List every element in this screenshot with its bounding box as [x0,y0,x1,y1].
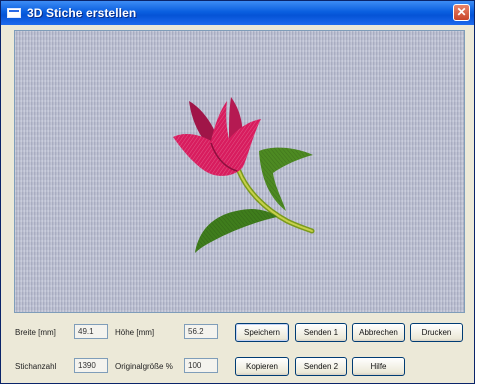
hoehe-field[interactable]: 56.2 [184,324,218,339]
senden-1-button[interactable]: Senden 1 [295,323,347,342]
dialog-window: 3D Stiche erstellen ✕ Breite [mm] 49.1 H… [0,0,475,384]
window-title: 3D Stiche erstellen [27,6,137,20]
breite-field[interactable]: 49.1 [74,324,108,339]
stichanzahl-label: Stichanzahl [15,362,57,371]
window-icon [7,8,21,18]
kopieren-button[interactable]: Kopieren [235,357,289,376]
title-bar[interactable]: 3D Stiche erstellen ✕ [1,1,474,25]
speichern-button[interactable]: Speichern [235,323,289,342]
stitch-preview [14,30,465,313]
hoehe-label: Höhe [mm] [115,328,155,337]
hilfe-button[interactable]: Hilfe [352,357,405,376]
abbrechen-button[interactable]: Abbrechen [352,323,405,342]
stichanzahl-field[interactable]: 1390 [74,358,108,373]
tulip-embroidery-image [173,97,315,253]
close-icon: ✕ [456,5,467,19]
close-button[interactable]: ✕ [453,4,470,21]
originalgroesse-field[interactable]: 100 [184,358,218,373]
breite-label: Breite [mm] [15,328,56,337]
drucken-button[interactable]: Drucken [410,323,463,342]
senden-2-button[interactable]: Senden 2 [295,357,347,376]
originalgroesse-label: Originalgröße % [115,362,173,371]
